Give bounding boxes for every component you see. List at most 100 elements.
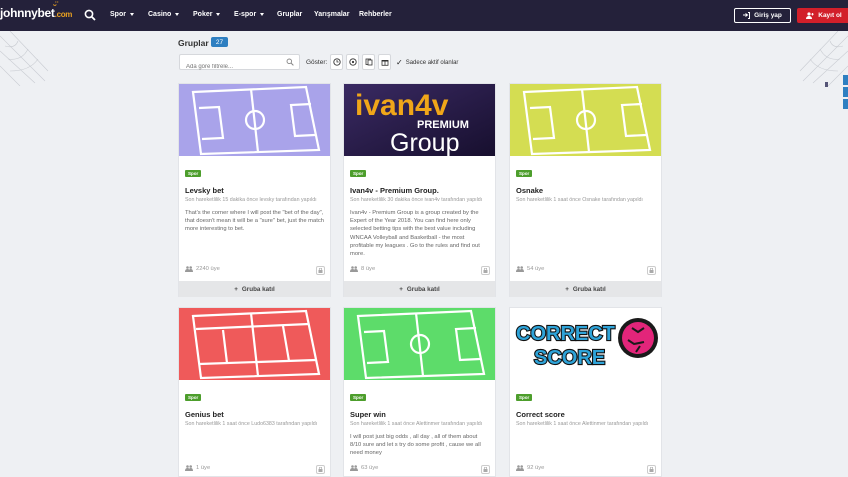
member-count: 92 üye: [516, 465, 544, 471]
card-footer: 54 üye: [510, 264, 661, 278]
court-icon: [191, 309, 321, 380]
group-card[interactable]: Spor Osnake Son hareketlilik 1 saat önce…: [509, 83, 662, 297]
nav-item-spor[interactable]: Spor: [110, 11, 134, 18]
lock-icon: [316, 465, 325, 474]
users-icon: [185, 266, 193, 272]
group-title[interactable]: Osnake: [516, 186, 655, 195]
nav-item-poker[interactable]: Poker: [193, 11, 221, 18]
member-count: 54 üye: [516, 266, 544, 272]
group-title[interactable]: Ivan4v - Premium Group.: [350, 186, 489, 195]
group-image: [510, 84, 661, 156]
nav-item-gruplar[interactable]: Gruplar: [277, 11, 302, 18]
join-label: Gruba katıl: [241, 285, 275, 293]
group-card[interactable]: Spor Genius bet Son hareketlilik 1 saat …: [178, 307, 331, 477]
side-tab[interactable]: [843, 75, 848, 85]
nav-item-casino[interactable]: Casino: [148, 11, 180, 18]
cards-icon: [365, 58, 372, 66]
brand-logo[interactable]: ᵕ̈ johnnybet.com: [0, 0, 72, 20]
card-body: Spor Super win Son hareketlilik 1 saat ö…: [344, 380, 495, 464]
category-tag: Spor: [350, 394, 367, 401]
lock-icon: [647, 465, 656, 474]
register-button[interactable]: Kayıt ol: [797, 8, 848, 23]
card-body: Spor Levsky bet Son hareketlilik 15 daki…: [179, 156, 330, 240]
card-body: Spor Correct score Son hareketlilik 1 sa…: [510, 380, 661, 439]
nav-label: E-spor: [234, 11, 257, 18]
svg-text:CORRECT: CORRECT: [516, 323, 615, 345]
users-icon: [516, 465, 524, 471]
join-group-button[interactable]: + Gruba katıl: [179, 281, 330, 297]
group-title[interactable]: Levsky bet: [185, 186, 324, 195]
sign-in-icon: [743, 12, 751, 19]
caret-down-icon: [175, 13, 180, 16]
group-description: I will post just big odds , all day , al…: [350, 434, 481, 457]
active-only-checkbox[interactable]: ✓ Sadece aktif olanlar: [396, 58, 458, 67]
search-icon: [286, 58, 294, 66]
view-gift-button[interactable]: [378, 54, 391, 70]
users-icon: [516, 266, 524, 272]
group-description: That's the corner where I will post the …: [185, 210, 324, 233]
group-meta: Son hareketlilik 1 saat önce Ludo6383 ta…: [185, 421, 318, 427]
category-tag: Spor: [516, 170, 533, 177]
view-cards-button[interactable]: [362, 54, 375, 70]
category-tag: Spor: [185, 170, 202, 177]
member-count-label: 63 üye: [361, 465, 379, 471]
user-plus-icon: [806, 12, 814, 19]
group-image: [179, 308, 330, 380]
member-count-label: 1 üye: [196, 465, 211, 471]
group-image: [344, 308, 495, 380]
join-group-button[interactable]: + Gruba katıl: [510, 281, 661, 297]
group-title[interactable]: Super win: [350, 410, 489, 419]
brand-name: johnnybet: [0, 6, 55, 20]
card-body: Spor Osnake Son hareketlilik 1 saat önce…: [510, 156, 661, 215]
search-icon[interactable]: [84, 9, 96, 21]
lock-icon: [481, 465, 490, 474]
group-meta: Son hareketlilik 30 dakika önce ivan4v t…: [350, 197, 483, 203]
nav-label: Poker: [193, 11, 213, 18]
active-only-label: Sadece aktif olanlar: [405, 59, 459, 66]
member-count-label: 92 üye: [527, 465, 545, 471]
group-meta: Son hareketlilik 1 saat önce Alettinmer …: [350, 421, 483, 427]
join-label: Gruba katıl: [572, 285, 606, 293]
caret-down-icon: [260, 13, 265, 16]
group-title[interactable]: Correct score: [516, 410, 655, 419]
filter-input[interactable]: [180, 60, 280, 74]
group-meta: Son hareketlilik 1 saat önce Osnake tara…: [516, 197, 643, 203]
lock-icon: [647, 266, 656, 275]
correct-score-logo: CORRECT SCORE: [515, 318, 658, 370]
login-label: Giriş yap: [754, 12, 782, 19]
group-meta: Son hareketlilik 1 saat önce Alettinmer …: [516, 421, 649, 427]
check-icon: ✓: [396, 58, 403, 67]
pitch-icon: [522, 85, 652, 156]
join-label: Gruba katıl: [406, 285, 440, 293]
caret-down-icon: [129, 13, 134, 16]
group-image: [179, 84, 330, 156]
svg-text:SCORE: SCORE: [534, 347, 605, 369]
cobweb-decoration-left: [0, 31, 49, 86]
group-image: CORRECT SCORE: [510, 308, 661, 380]
group-card[interactable]: ivan4v PREMIUM Group Spor Ivan4v - Premi…: [343, 83, 496, 297]
join-group-button[interactable]: + Gruba katıl: [344, 281, 495, 297]
smile-icon: ᵕ̈: [53, 0, 57, 10]
nav-item-yarismalar[interactable]: Yarışmalar: [314, 11, 349, 18]
ivan4v-logo: ivan4v PREMIUM Group: [344, 84, 495, 156]
login-button[interactable]: Giriş yap: [734, 8, 791, 23]
nav-item-espor[interactable]: E-spor: [234, 11, 265, 18]
svg-text:Group: Group: [390, 129, 459, 156]
group-title[interactable]: Genius bet: [185, 410, 324, 419]
group-card[interactable]: Spor Levsky bet Son hareketlilik 15 daki…: [178, 83, 331, 297]
view-ball-button[interactable]: [346, 54, 359, 70]
member-count-label: 8 üye: [361, 266, 376, 272]
group-count-badge: 27: [211, 37, 228, 47]
group-card[interactable]: CORRECT SCORE Spor Correct score Son har…: [509, 307, 662, 477]
side-tab[interactable]: [843, 99, 848, 109]
category-tag: Spor: [185, 394, 202, 401]
nav-item-rehberler[interactable]: Rehberler: [359, 11, 392, 18]
view-clock-button[interactable]: [330, 54, 343, 70]
filter-field[interactable]: [179, 54, 300, 74]
side-tab[interactable]: [843, 87, 848, 97]
users-icon: [350, 465, 358, 471]
group-card[interactable]: Spor Super win Son hareketlilik 1 saat ö…: [343, 307, 496, 477]
page-title: Gruplar: [178, 38, 209, 48]
member-count: 1 üye: [185, 465, 210, 471]
users-icon: [185, 465, 193, 471]
